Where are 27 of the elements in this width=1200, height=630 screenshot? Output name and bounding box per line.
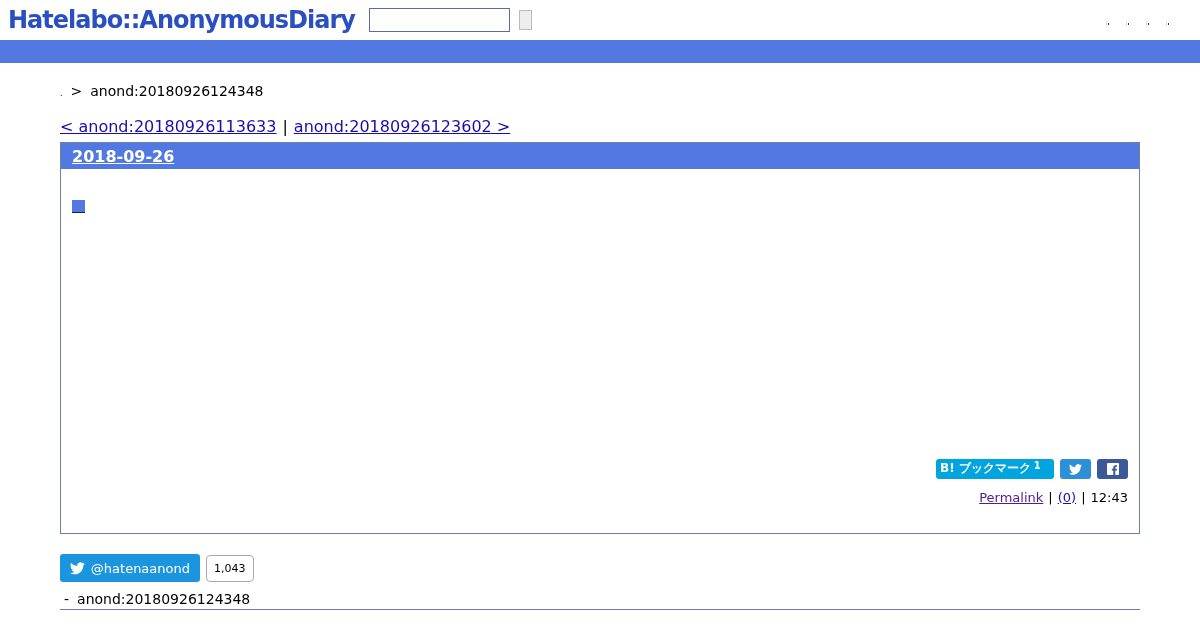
site-logo[interactable]: Hatelabo::AnonymousDiary: [8, 6, 355, 34]
date-link[interactable]: 2018-09-26: [72, 146, 175, 166]
list-dash: -: [64, 591, 70, 607]
footer-separator: |: [1081, 490, 1086, 505]
permalink[interactable]: Permalink: [979, 490, 1044, 505]
broken-image-icon[interactable]: [1106, 20, 1110, 26]
home-link[interactable]: .: [60, 89, 63, 98]
broken-image-icon[interactable]: [1126, 20, 1130, 26]
tweet-button[interactable]: [1060, 459, 1091, 479]
bird-icon: [70, 561, 85, 575]
entry-title: anond:20180926124348: [77, 591, 251, 607]
section-anchor-icon[interactable]: [72, 200, 85, 213]
facebook-share-button[interactable]: [1097, 459, 1128, 479]
bird-icon: [1069, 463, 1082, 475]
footer-separator: |: [1048, 490, 1053, 505]
letter-f-icon: [1106, 463, 1119, 475]
breadcrumb-current: anond:20180926124348: [90, 83, 264, 99]
post-time: 12:43: [1090, 490, 1128, 505]
previous-entry-link[interactable]: < anond:20180926113633: [60, 117, 277, 136]
broken-image-icon[interactable]: [1166, 20, 1170, 26]
search-field[interactable]: [368, 8, 510, 32]
breadcrumb-separator: >: [70, 83, 83, 99]
pager-divider: |: [282, 117, 288, 136]
broken-image-icon[interactable]: [1146, 20, 1150, 26]
comments-link[interactable]: (0): [1057, 490, 1077, 505]
follower-count: 1,043: [206, 554, 254, 582]
next-entry-link[interactable]: anond:20180926123602 >: [293, 117, 511, 136]
